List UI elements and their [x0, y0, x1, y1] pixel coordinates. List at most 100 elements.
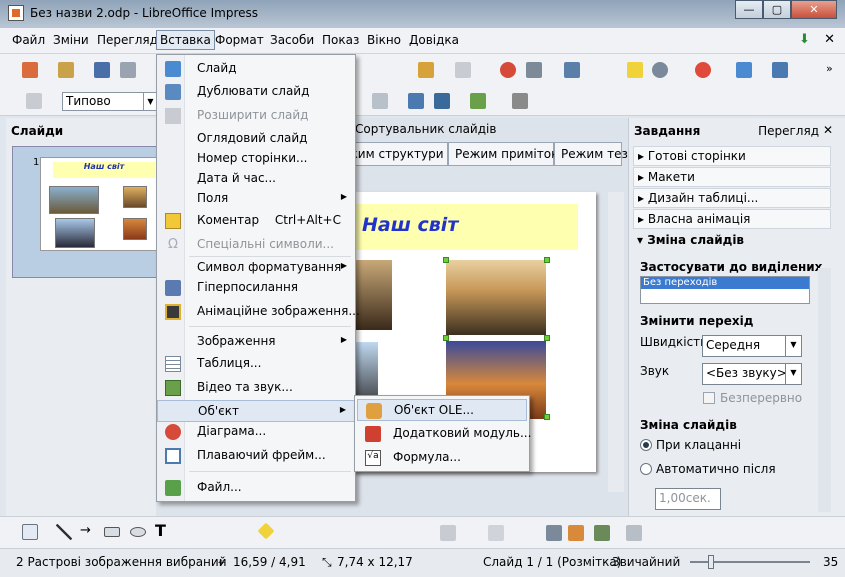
menu-slideshow[interactable]: Показ	[322, 33, 359, 47]
selection-handle[interactable]	[443, 335, 449, 341]
menu-item-page-number[interactable]: Номер сторінки...	[157, 148, 355, 170]
line-icon[interactable]	[56, 524, 72, 540]
redo-icon[interactable]	[455, 62, 471, 78]
selection-handle[interactable]	[443, 257, 449, 263]
rotate-icon[interactable]	[408, 93, 424, 109]
menu-window[interactable]: Вікно	[367, 33, 401, 47]
menu-item-table[interactable]: Таблиця...	[157, 353, 355, 375]
transition-item[interactable]: Без переходів	[641, 277, 809, 289]
auto-seconds-input[interactable]: 1,00сек.	[655, 488, 721, 510]
menu-format[interactable]: Формат	[215, 33, 264, 47]
selection-handle[interactable]	[544, 335, 550, 341]
layout-icon[interactable]	[772, 62, 788, 78]
section-custom-animation[interactable]: ▸ Власна анімація	[633, 209, 831, 229]
menu-insert[interactable]: Вставка	[156, 30, 215, 50]
selection-handle[interactable]	[544, 414, 550, 420]
maximize-button[interactable]: ▢	[763, 0, 791, 19]
menu-item-slide[interactable]: Слайд	[157, 58, 355, 80]
extrusion-icon[interactable]	[594, 525, 610, 541]
zoom-icon[interactable]	[652, 62, 668, 78]
tasks-scrollbar[interactable]	[818, 268, 831, 512]
menu-tools[interactable]: Засоби	[270, 33, 314, 47]
align-icon[interactable]	[434, 93, 450, 109]
menu-item-duplicate-slide[interactable]: Дублювати слайд	[157, 81, 355, 103]
text-icon[interactable]: T	[155, 521, 166, 540]
email-icon[interactable]	[120, 62, 136, 78]
menu-item-date-time[interactable]: Дата й час...	[157, 168, 355, 190]
line-style-dropdown[interactable]: Типово ▼	[62, 92, 158, 111]
submenu-ole-object[interactable]: Об'єкт OLE...	[357, 399, 527, 421]
zoom-slider-handle[interactable]	[708, 555, 714, 569]
menu-item-image[interactable]: Зображення ▶	[157, 331, 355, 353]
slide-thumbnail[interactable]: Наш світ	[40, 157, 160, 251]
new-doc-icon[interactable]	[22, 62, 38, 78]
menu-item-formatting-mark[interactable]: Символ форматування ▶	[157, 257, 355, 279]
crop-icon[interactable]	[372, 93, 388, 109]
on-click-radio[interactable]	[640, 439, 652, 451]
diamond-icon[interactable]	[257, 522, 275, 540]
download-icon[interactable]: ⬇	[799, 32, 815, 47]
star-shape-icon[interactable]	[440, 525, 456, 541]
menu-item-expand-slide[interactable]: Розширити слайд	[157, 105, 355, 127]
document-close-icon[interactable]: ✕	[824, 32, 835, 47]
vertical-scrollbar[interactable]	[608, 192, 624, 492]
auto-after-radio[interactable]	[640, 463, 652, 475]
menu-item-hyperlink[interactable]: Гіперпосилання	[157, 277, 355, 299]
image-insert-icon[interactable]	[568, 525, 584, 541]
arrow-line-icon[interactable]: →	[80, 523, 91, 538]
menu-edit[interactable]: Зміни	[53, 33, 89, 47]
menu-item-floating-frame[interactable]: Плаваючий фрейм...	[157, 445, 355, 467]
tab-outline[interactable]: жим структури	[340, 142, 448, 166]
photo-lighthouse[interactable]	[446, 260, 546, 335]
menu-view[interactable]: Перегляд	[97, 33, 158, 47]
speed-select[interactable]: Середня ▼	[702, 335, 802, 357]
loop-checkbox[interactable]	[703, 392, 715, 404]
menu-item-chart[interactable]: Діаграма...	[157, 421, 355, 443]
transition-list[interactable]: Без переходів	[640, 276, 810, 304]
star-icon[interactable]	[627, 62, 643, 78]
menu-item-object[interactable]: Об'єкт ▶	[157, 400, 355, 422]
menu-item-media[interactable]: Відео та звук...	[157, 377, 355, 399]
menu-item-animated-image[interactable]: Анімаційне зображення...	[157, 301, 360, 323]
tab-handout[interactable]: Режим тез	[554, 142, 628, 166]
menu-item-special-chars[interactable]: Ω Спеціальні символи...	[157, 234, 355, 256]
slide-sorter-tab[interactable]: Сортувальник слайдів	[355, 122, 496, 136]
minimize-button[interactable]: —	[735, 0, 763, 19]
section-slide-transition[interactable]: ▾ Зміна слайдів	[633, 231, 831, 251]
undo-icon[interactable]	[418, 62, 434, 78]
sound-select[interactable]: <Без звуку> ▼	[702, 363, 802, 385]
section-table-design[interactable]: ▸ Дизайн таблиці...	[633, 188, 831, 208]
submenu-plugin[interactable]: Додатковий модуль...	[357, 423, 531, 445]
chart-icon[interactable]	[500, 62, 516, 78]
more-icon[interactable]: »	[826, 62, 833, 75]
section-master-pages[interactable]: ▸ Готові сторінки	[633, 146, 831, 166]
table-icon[interactable]	[526, 62, 542, 78]
rectangle-icon[interactable]	[104, 527, 120, 537]
tasks-close-icon[interactable]: ✕	[823, 123, 833, 137]
menu-help[interactable]: Довідка	[409, 33, 459, 47]
fontwork-icon[interactable]	[546, 525, 562, 541]
line-style-icon[interactable]	[26, 93, 42, 109]
ellipse-icon[interactable]	[130, 527, 146, 537]
select-arrow-icon[interactable]	[22, 524, 38, 540]
toggle-3d-icon[interactable]	[626, 525, 642, 541]
glue-icon[interactable]	[512, 93, 528, 109]
arrange-icon[interactable]	[470, 93, 486, 109]
image-icon[interactable]	[564, 62, 580, 78]
close-button[interactable]: ✕	[791, 0, 837, 19]
slide-icon[interactable]	[736, 62, 752, 78]
photo-horses[interactable]	[356, 260, 392, 330]
menu-item-file[interactable]: Файл...	[157, 477, 355, 499]
menu-file[interactable]: Файл	[12, 33, 45, 47]
points-icon[interactable]	[488, 525, 504, 541]
tab-notes[interactable]: Режим приміток	[448, 142, 558, 166]
open-icon[interactable]	[58, 62, 74, 78]
selection-handle[interactable]	[544, 257, 550, 263]
help-icon[interactable]	[695, 62, 711, 78]
save-icon[interactable]	[94, 62, 110, 78]
menu-item-fields[interactable]: Поля ▶	[157, 188, 355, 210]
section-layouts[interactable]: ▸ Макети	[633, 167, 831, 187]
menu-item-summary-slide[interactable]: Оглядовий слайд	[157, 128, 355, 150]
submenu-formula[interactable]: √a Формула...	[357, 447, 527, 469]
tasks-view-menu[interactable]: Перегляд	[758, 124, 819, 138]
